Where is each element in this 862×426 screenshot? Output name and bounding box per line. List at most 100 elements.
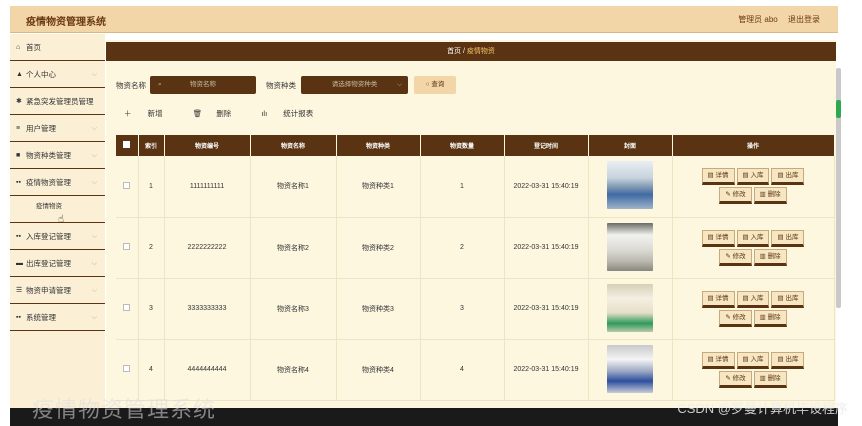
edit-button[interactable]: ✎ 修改 [719,370,752,388]
row-delete-button[interactable]: ▥ 删除 [753,370,787,388]
detail-button[interactable]: ▤ 详情 [701,290,735,308]
toolbar: ＋ 新增 🗑 删除 ılı 统计报表 [124,108,341,119]
document-icon: ▤ [742,172,749,180]
cell-type: 物资种类3 [336,278,421,340]
stock-out-button[interactable]: ▤ 出库 [771,168,805,186]
report-button[interactable]: ılı 统计报表 [261,109,327,118]
stock-out-button[interactable]: ▤ 出库 [771,290,805,308]
row-checkbox[interactable] [116,339,139,401]
app-title: 疫情物资管理系统 [26,17,106,28]
name-search-input[interactable]: ⌕ 物资名称 [150,76,256,94]
edit-button-label: 修改 [732,191,746,199]
cell-time: 2022-03-31 15:40:19 [504,339,589,401]
trash-icon: ▥ [759,374,766,382]
stock-out-button[interactable]: ▤ 出库 [771,351,805,369]
stock-out-button[interactable]: ▤ 出库 [771,229,805,247]
sidebar-item-home[interactable]: ⌂ 首页 [10,34,105,61]
document-icon: ▤ [777,233,784,241]
stock-in-button-label: 入库 [750,233,764,241]
sidebar: ⌂ 首页 ▲ 个人中心 ⌵ ✱ 紧急突发管理员管理 ≡ 用户管理 ⌵ ■ 物资种… [10,34,105,426]
sidebar-item-stock-out[interactable]: ▬ 出库登记管理 ⌵ [10,250,105,277]
type-select[interactable]: 请选择物资种类 ⌵ [301,76,408,94]
stock-in-button[interactable]: ▤ 入库 [736,168,770,186]
row-delete-button-label: 删除 [767,191,781,199]
add-button-label: 新增 [147,109,163,118]
sidebar-item-label: 首页 [26,43,41,52]
row-checkbox[interactable] [116,156,139,218]
header-index: 索引 [138,135,165,156]
query-button-label: 查询 [431,81,445,88]
cell-index: 4 [138,339,165,401]
sidebar-item-epidemic-materials[interactable]: ▪▪ 疫情物资管理 ⌵ [10,169,105,196]
list-icon: ≡ [16,125,21,132]
sidebar-item-users[interactable]: ≡ 用户管理 ⌵ [10,115,105,142]
detail-button[interactable]: ▤ 详情 [701,229,735,247]
trash-icon: 🗑 [192,109,203,118]
sliders-icon: ☰ [16,287,23,294]
detail-button[interactable]: ▤ 详情 [701,351,735,369]
breadcrumb-separator: / [463,48,465,55]
row-checkbox[interactable] [116,278,139,340]
sidebar-item-system[interactable]: ▪▪ 系统管理 ⌵ [10,304,105,331]
edit-button[interactable]: ✎ 修改 [719,187,752,205]
select-all-checkbox[interactable] [116,135,139,156]
chevron-down-icon: ⌵ [91,287,97,294]
delete-button[interactable]: 🗑 删除 [193,109,246,118]
add-button[interactable]: ＋ 新增 [124,109,177,118]
plus-icon: ＋ [124,109,132,118]
sidebar-item-label: 紧急突发管理员管理 [26,97,94,106]
stock-out-button-label: 出库 [785,294,799,302]
sidebar-item-personal[interactable]: ▲ 个人中心 ⌵ [10,61,105,88]
sidebar-item-label: 出库登记管理 [26,259,71,268]
sidebar-item-material-requests[interactable]: ☰ 物资申请管理 ⌵ [10,277,105,304]
cell-type: 物资种类2 [336,217,421,279]
document-icon: ▤ [707,294,714,302]
stock-in-button[interactable]: ▤ 入库 [736,290,770,308]
breadcrumb-home[interactable]: 首页 [447,48,461,55]
detail-button[interactable]: ▤ 详情 [701,168,735,186]
query-button[interactable]: ○ 查询 [414,76,456,94]
person-icon: ▲ [16,71,23,78]
name-search-placeholder: 物资名称 [190,81,216,88]
chevron-down-icon: ⌵ [91,71,97,78]
cell-name: 物资名称1 [250,156,337,218]
sidebar-item-stock-in[interactable]: ▪▪ 入库登记管理 ⌵ [10,223,105,250]
sidebar-item-emergency-admin[interactable]: ✱ 紧急突发管理员管理 [10,88,105,115]
document-icon: ▤ [777,294,784,302]
edit-button[interactable]: ✎ 修改 [719,248,752,266]
pencil-icon: ✎ [725,252,731,260]
edit-button[interactable]: ✎ 修改 [719,309,752,327]
stock-in-button[interactable]: ▤ 入库 [736,229,770,247]
sidebar-item-material-types[interactable]: ■ 物资种类管理 ⌵ [10,142,105,169]
cover-image [607,283,653,332]
detail-button-label: 详情 [715,172,729,180]
search-icon: ⌕ [158,81,162,88]
cell-code: 2222222222 [164,217,251,279]
cell-qty: 4 [420,339,505,401]
cell-qty: 1 [420,156,505,218]
row-delete-button[interactable]: ▥ 删除 [753,248,787,266]
sidebar-item-label: 个人中心 [26,70,56,79]
row-checkbox[interactable] [116,217,139,279]
main-content: 首页 / 疫情物资 物资名称 ⌕ 物资名称 物资种类 请选择物资种类 ⌵ ○ 查… [106,40,836,426]
document-icon: ▤ [707,172,714,180]
vertical-scrollbar-thumb[interactable] [836,100,841,118]
cell-qty: 3 [420,278,505,340]
home-icon: ⌂ [16,44,21,51]
row-delete-button[interactable]: ▥ 删除 [753,187,787,205]
cell-ops: ▤ 详情 ▤ 入库 ▤ 出库 ✎ 修改 ▥ 删除 [672,278,835,340]
row-delete-button[interactable]: ▥ 删除 [753,309,787,327]
stock-out-button-label: 出库 [785,233,799,241]
type-label: 物资种类 [266,81,296,90]
row-delete-button-label: 删除 [767,313,781,321]
trash-icon: ▥ [759,313,766,321]
stock-in-button[interactable]: ▤ 入库 [736,351,770,369]
cell-index: 3 [138,278,165,340]
cover-image [607,161,653,210]
logout-link[interactable]: 退出登录 [788,15,820,24]
stock-in-button-label: 入库 [750,172,764,180]
breadcrumb: 首页 / 疫情物资 [106,42,836,61]
cell-time: 2022-03-31 15:40:19 [504,278,589,340]
report-button-label: 统计报表 [283,109,314,118]
cover-image [607,344,653,393]
